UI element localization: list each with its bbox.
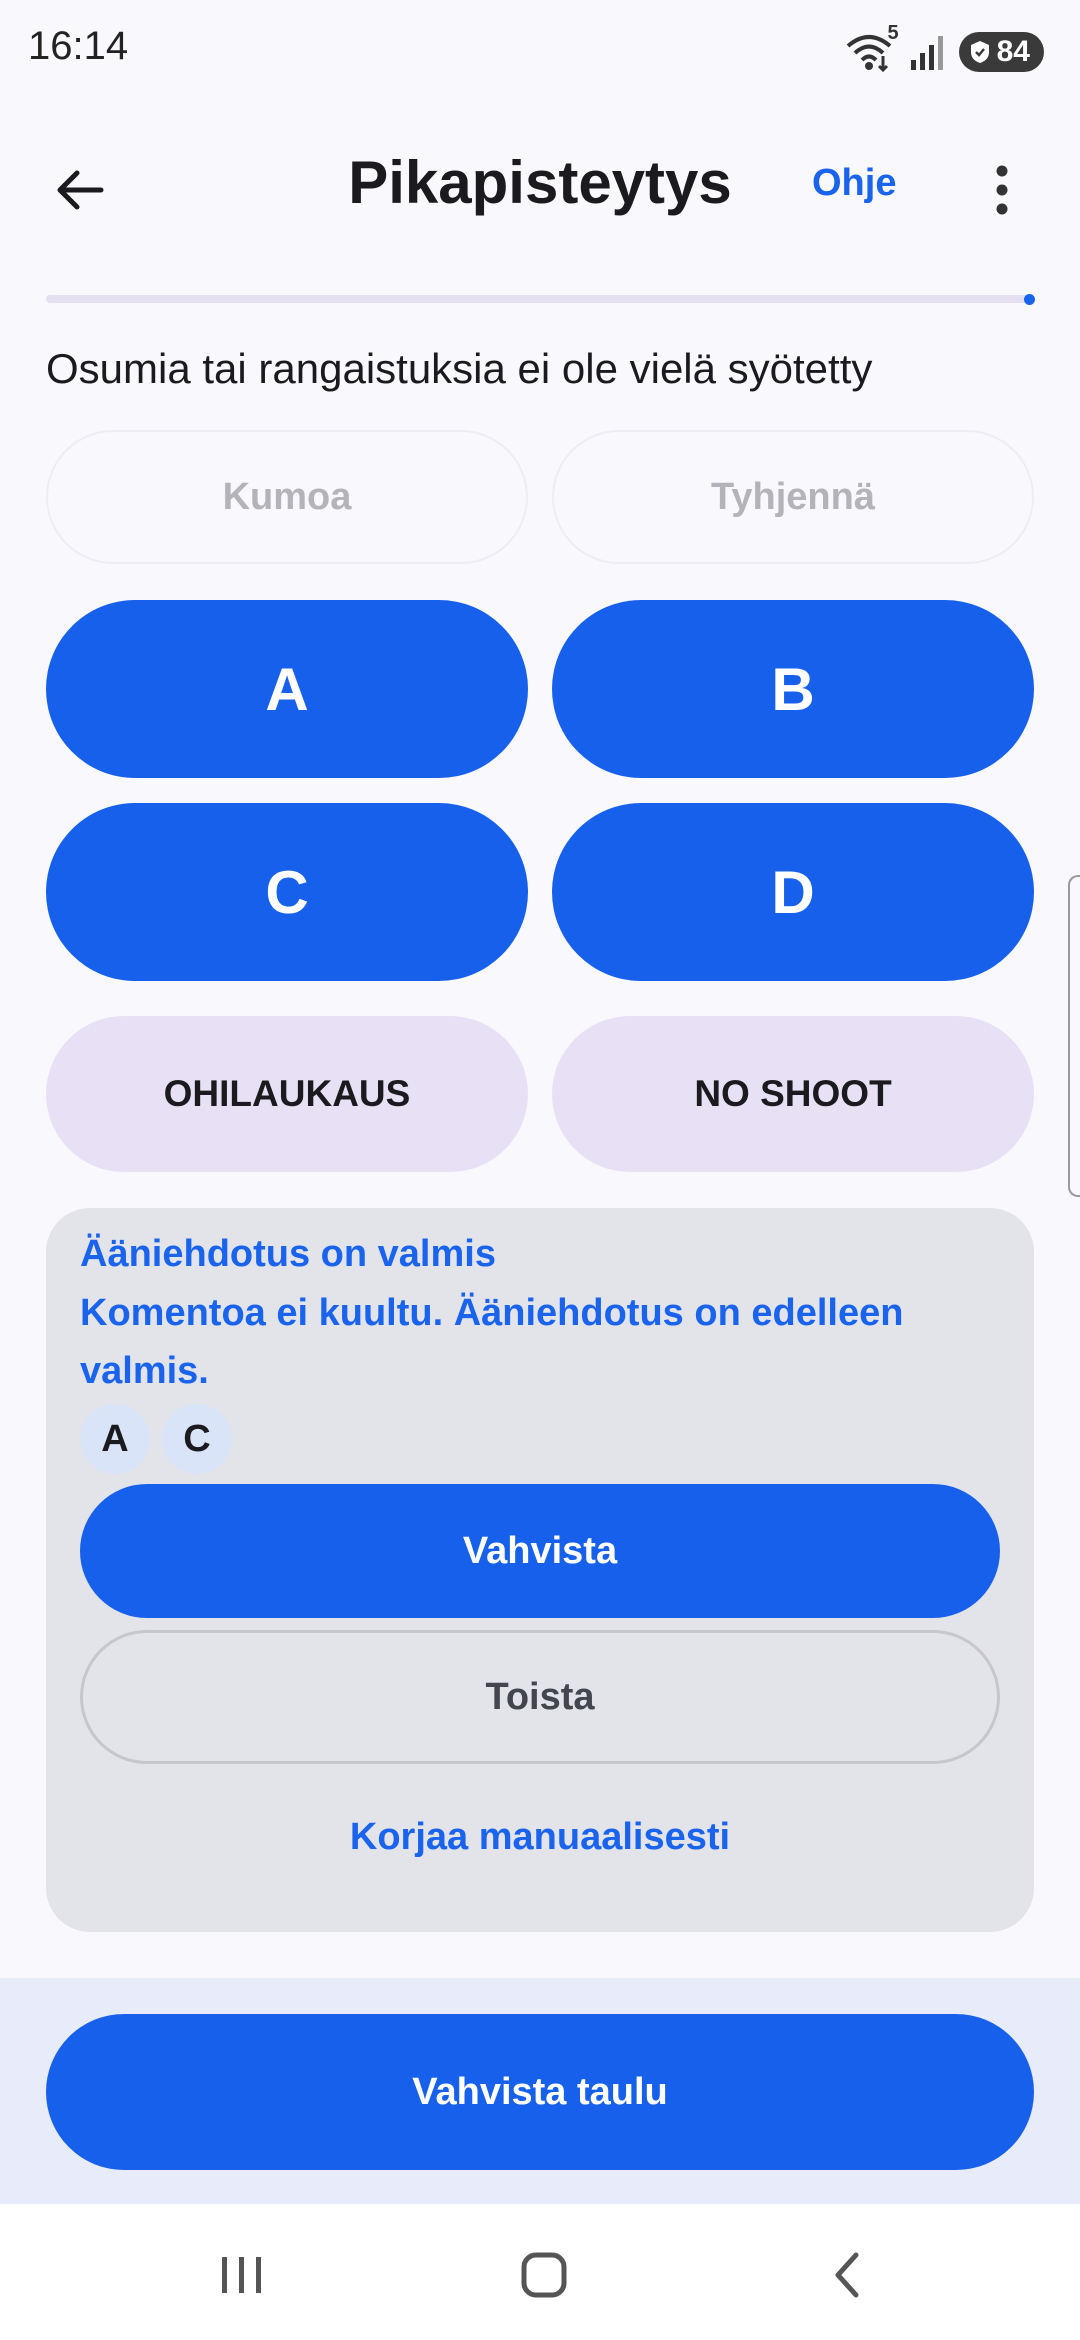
more-vertical-icon [996, 165, 1008, 215]
miss-button[interactable]: OHILAUKAUS [46, 1016, 528, 1172]
no-shoot-button[interactable]: NO SHOOT [552, 1016, 1034, 1172]
recents-button[interactable] [197, 2240, 287, 2310]
voice-confirm-button[interactable]: Vahvista [80, 1484, 1000, 1618]
voice-message-line1: Komentoa ei kuultu. Ääniehdotus on edell… [80, 1292, 904, 1334]
recents-icon [222, 2257, 261, 2293]
wifi-badge: 5 [887, 22, 899, 44]
signal-icon [909, 34, 945, 70]
progress-indicator [1024, 294, 1035, 305]
zone-a-button[interactable]: A [46, 600, 528, 778]
progress-bar [46, 295, 1032, 303]
wifi-icon: 5 [845, 22, 899, 73]
help-button[interactable]: Ohje [812, 162, 896, 205]
scrollbar[interactable] [1068, 875, 1080, 1197]
suggestion-chip-c: C [162, 1404, 232, 1474]
home-button[interactable] [499, 2240, 589, 2310]
home-icon [521, 2252, 567, 2298]
battery-level: 84 [996, 35, 1030, 68]
back-icon [835, 2252, 859, 2298]
scoring-status-text: Osumia tai rangaistuksia ei ole vielä sy… [46, 345, 873, 392]
manual-correct-link[interactable]: Korjaa manuaalisesti [80, 1816, 1000, 1859]
zone-d-button[interactable]: D [552, 803, 1034, 981]
undo-button[interactable]: Kumoa [46, 430, 528, 564]
voice-ready-text: Ääniehdotus on valmis [80, 1233, 496, 1275]
zone-b-button[interactable]: B [552, 600, 1034, 778]
shield-icon [970, 41, 989, 63]
voice-message-line2: valmis. [80, 1350, 209, 1392]
status-icons: 5 84 [845, 22, 1044, 74]
clear-button[interactable]: Tyhjennä [552, 430, 1034, 564]
confirm-board-button[interactable]: Vahvista taulu [46, 2014, 1034, 2170]
status-bar: 16:14 5 84 [0, 0, 1080, 100]
battery-icon: 84 [958, 32, 1044, 72]
suggestion-chip-a: A [80, 1404, 150, 1474]
zone-c-button[interactable]: C [46, 803, 528, 981]
more-options-button[interactable] [962, 150, 1042, 230]
replay-button[interactable]: Toista [80, 1630, 1000, 1764]
nav-back-button[interactable] [802, 2240, 892, 2310]
page-title: Pikapisteytys [348, 149, 732, 216]
status-time: 16:14 [28, 24, 129, 68]
